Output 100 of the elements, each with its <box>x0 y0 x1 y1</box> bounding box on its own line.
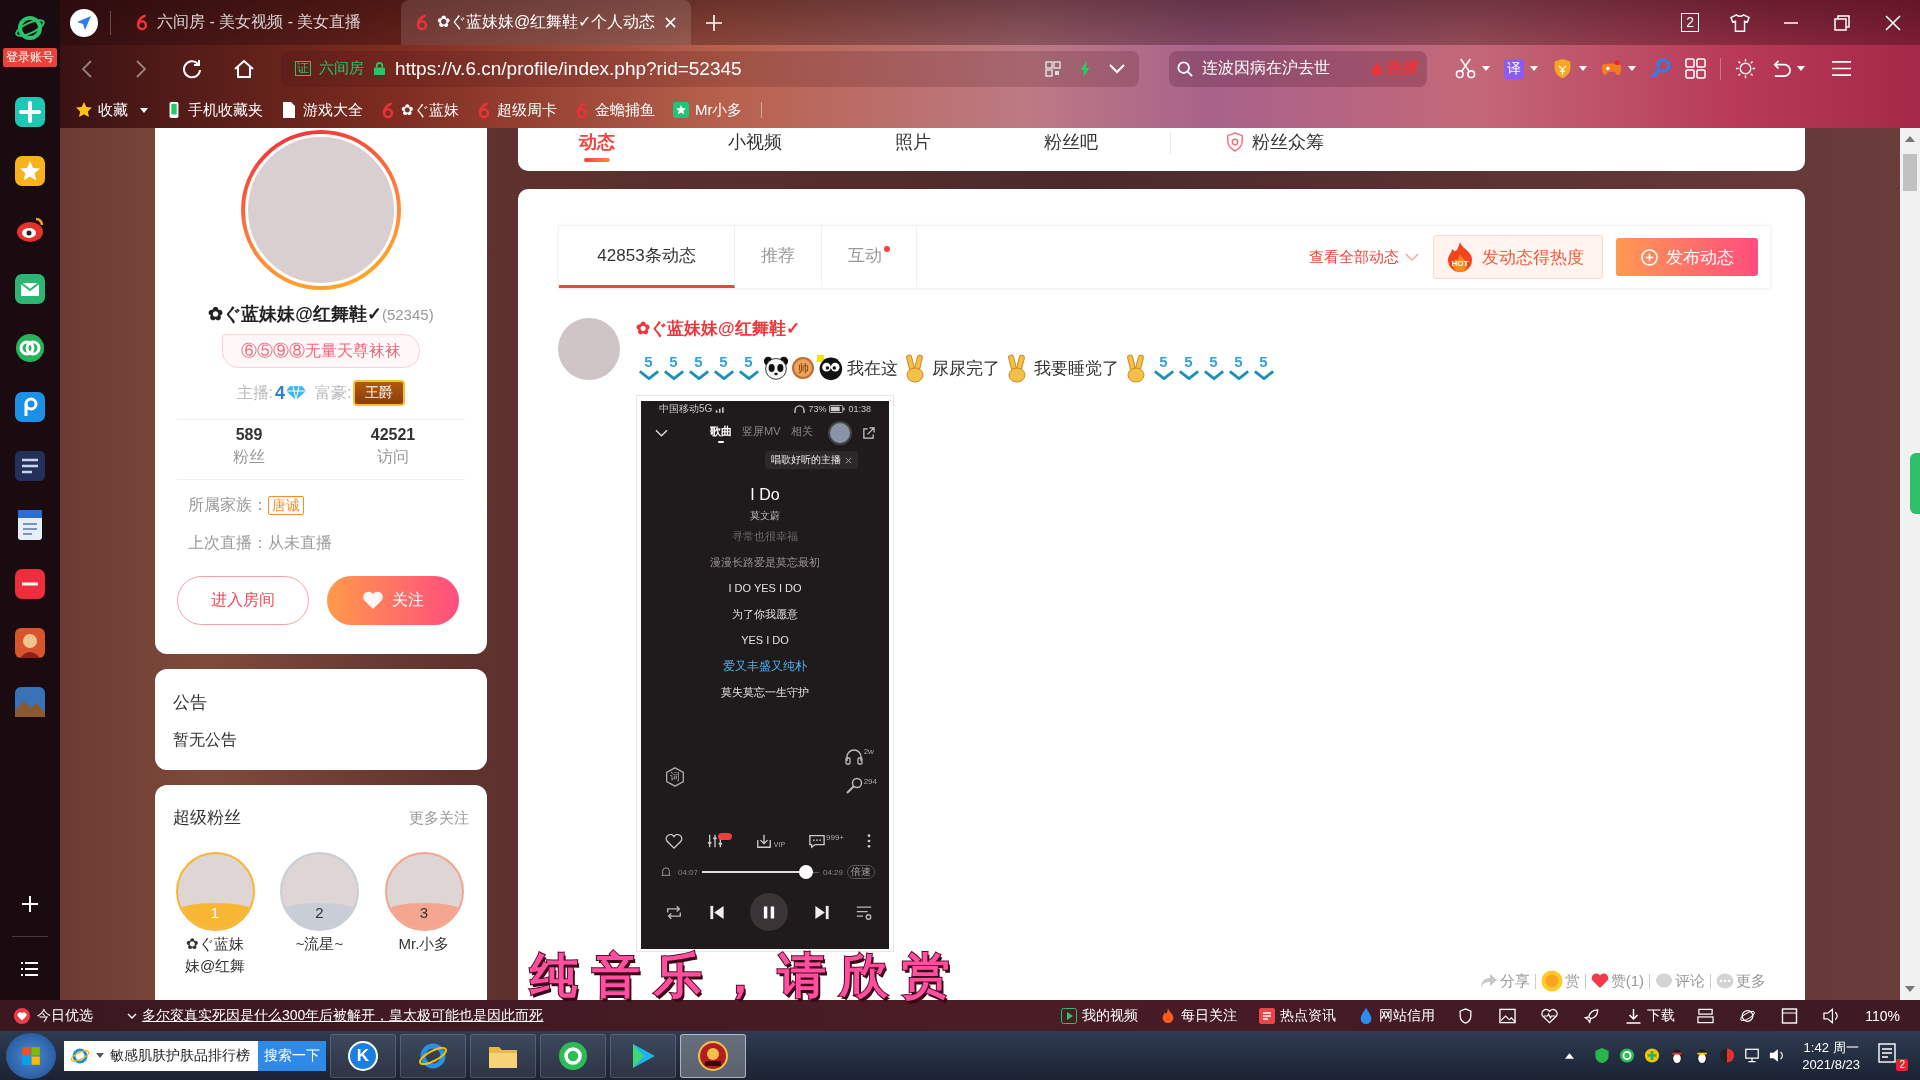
song-tab[interactable]: 竖屏MV <box>742 423 781 443</box>
plus-badge-icon[interactable] <box>1644 1047 1661 1064</box>
bookmark-link[interactable]: 金蟾捕鱼 <box>595 100 655 120</box>
fan-avatar[interactable]: 3 <box>384 852 464 931</box>
network-icon[interactable] <box>1744 1047 1761 1064</box>
bookmark-link[interactable]: 游戏大全 <box>303 100 363 120</box>
download-link[interactable]: 下载 <box>1647 1006 1676 1025</box>
fan-name[interactable]: ~流星~ <box>283 933 356 955</box>
penguin-icon[interactable] <box>1694 1047 1711 1064</box>
fan-name[interactable]: Mr.小多 <box>388 933 460 955</box>
bookmark-link[interactable]: Mr小多 <box>695 100 743 120</box>
tab-count-button[interactable]: 2 <box>1681 13 1699 32</box>
status-link[interactable]: 每日关注 <box>1181 1006 1238 1025</box>
reload-icon[interactable] <box>182 58 202 79</box>
close-icon[interactable] <box>845 456 852 464</box>
grid-icon[interactable] <box>1685 58 1706 79</box>
lyrics-button[interactable]: 词 <box>665 767 685 787</box>
start-button[interactable] <box>6 1032 56 1079</box>
daily-picks-link[interactable]: 今日优选 <box>37 1006 93 1025</box>
restore-icon[interactable] <box>1832 12 1852 33</box>
taskbar-app-button[interactable] <box>680 1033 746 1078</box>
zoom-level[interactable]: 110% <box>1865 1007 1900 1024</box>
previous-icon[interactable] <box>707 903 726 921</box>
taskbar-app-button[interactable] <box>470 1033 536 1078</box>
clock-time[interactable]: 1:42 周一 <box>1803 1038 1859 1056</box>
image-icon[interactable] <box>1499 1007 1517 1024</box>
list-icon[interactable] <box>20 959 40 979</box>
profile-tab[interactable]: 粉丝众筹 <box>1252 131 1324 153</box>
status-link[interactable]: 网站信用 <box>1379 1006 1436 1025</box>
landscape-tile-icon[interactable] <box>15 687 45 717</box>
translate-button[interactable]: 译 <box>1504 58 1524 79</box>
bookmark-link[interactable]: 超级周卡 <box>497 100 557 120</box>
fan-name[interactable]: ✿ぐ蓝妹妹@红舞 <box>179 933 251 977</box>
status-link[interactable]: 我的视频 <box>1082 1006 1139 1025</box>
new-tab-icon[interactable] <box>705 13 723 32</box>
eye-logo-icon[interactable] <box>15 215 45 245</box>
enter-room-button[interactable]: 进入房间 <box>177 576 309 625</box>
profile-tab[interactable]: 动态 <box>518 128 676 162</box>
bookmark-link[interactable]: ✿ぐ蓝妹 <box>401 100 459 120</box>
stack-icon[interactable] <box>1697 1007 1715 1024</box>
show-hidden-icons[interactable] <box>1565 1052 1575 1059</box>
profile-tab[interactable]: 粉丝吧 <box>992 128 1150 153</box>
notification-button[interactable]: 2 <box>1876 1040 1908 1071</box>
taskbar-search-button[interactable]: 搜索一下 <box>258 1040 326 1071</box>
login-button[interactable]: 登录账号 <box>3 48 57 67</box>
speaker-icon[interactable] <box>1823 1007 1841 1024</box>
fan-avatar[interactable]: 2 <box>280 852 359 931</box>
plus-tile-icon[interactable] <box>15 97 45 127</box>
lines-tile-icon[interactable] <box>15 451 45 481</box>
profile-tab[interactable]: 照片 <box>834 128 992 153</box>
envelope-tile-icon[interactable] <box>15 274 45 304</box>
bell-icon[interactable] <box>661 866 671 878</box>
swirl-icon[interactable] <box>1719 1047 1736 1064</box>
comment-icon[interactable] <box>808 833 826 849</box>
scroll-down-icon[interactable] <box>1905 986 1915 992</box>
side-panel-handle[interactable] <box>1910 453 1920 514</box>
game-character-icon[interactable] <box>15 628 45 658</box>
swirl-tile-icon[interactable] <box>15 392 45 422</box>
taskbar-app-button[interactable] <box>610 1033 676 1078</box>
shirt-icon[interactable] <box>1730 12 1750 33</box>
caret-icon[interactable] <box>140 107 148 113</box>
ring-logo-icon[interactable] <box>15 333 45 363</box>
pause-button[interactable] <box>750 893 788 931</box>
window-icon[interactable] <box>1781 1007 1799 1024</box>
qr-code-icon[interactable] <box>1045 60 1061 77</box>
scroll-thumb[interactable] <box>1903 154 1917 191</box>
progress-thumb[interactable] <box>799 865 814 879</box>
feed-tab[interactable]: 42853条动态 <box>559 226 735 288</box>
playlist-icon[interactable] <box>855 903 873 921</box>
browser-tab[interactable]: 六间房 - 美女视频 - 美女直播 <box>121 0 401 45</box>
bookmark-link[interactable]: 手机收藏夹 <box>188 100 263 120</box>
profile-tab[interactable]: 小视频 <box>676 128 834 153</box>
close-icon[interactable] <box>1883 12 1903 33</box>
download-icon[interactable] <box>754 833 773 849</box>
menu-icon[interactable] <box>1831 58 1852 79</box>
taskbar-app-button[interactable]: K <box>330 1033 396 1078</box>
headphones-icon[interactable] <box>843 747 864 765</box>
taskbar-app-button[interactable] <box>540 1033 606 1078</box>
taskbar-search-field[interactable]: 敏感肌肤护肤品排行榜 <box>110 1046 258 1065</box>
rocket-icon[interactable] <box>1583 1007 1601 1024</box>
penguin-icon[interactable] <box>1669 1047 1686 1064</box>
document-icon[interactable] <box>15 510 45 540</box>
scissors-icon[interactable] <box>1455 58 1476 79</box>
chevron-down-icon[interactable] <box>655 429 668 437</box>
filter-dropdown[interactable]: 查看全部动态 <box>1309 247 1399 267</box>
search-field[interactable]: 连波因病在沪去世 热搜 <box>1169 50 1427 87</box>
equalizer-icon[interactable] <box>705 833 724 849</box>
share-icon[interactable] <box>862 426 875 440</box>
brightness-icon[interactable] <box>1735 58 1756 79</box>
home-icon[interactable] <box>234 58 254 79</box>
browser-tab[interactable]: ✿ぐ蓝妹妹@红舞鞋✓个人动态 <box>401 0 691 45</box>
bookmark-link[interactable]: 收藏 <box>98 100 128 120</box>
caret-icon[interactable] <box>96 1053 104 1058</box>
caret-icon[interactable] <box>1797 66 1805 71</box>
heart-pulse-icon[interactable] <box>1541 1007 1559 1024</box>
next-icon[interactable] <box>812 903 831 921</box>
scroll-up-icon[interactable] <box>1905 136 1915 142</box>
avatar-placeholder[interactable] <box>828 421 852 445</box>
repeat-icon[interactable] <box>665 903 683 921</box>
status-link[interactable]: 热点资讯 <box>1280 1006 1337 1025</box>
